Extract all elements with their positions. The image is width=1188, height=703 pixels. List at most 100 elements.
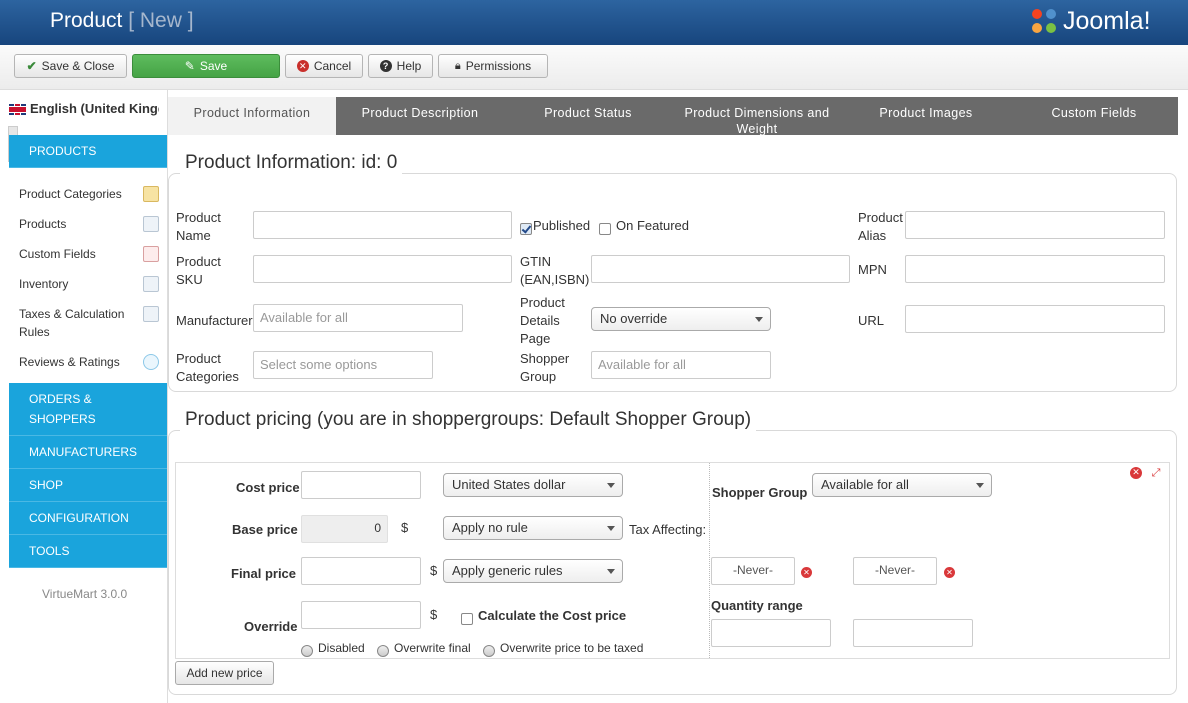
price-shopper-group-label: Shopper Group: [712, 485, 808, 500]
sidebar-item-taxes[interactable]: Taxes & Calculation Rules: [19, 305, 159, 341]
quantity-end-input[interactable]: [853, 619, 973, 647]
details-page-select[interactable]: No override: [591, 307, 771, 331]
help-button[interactable]: ? Help: [368, 54, 433, 78]
base-price-value: 0: [374, 521, 381, 535]
calculator-icon: [143, 306, 159, 322]
tab-product-status[interactable]: Product Status: [504, 97, 672, 135]
override-disabled-label: Disabled: [318, 641, 365, 655]
save-close-button[interactable]: ✔ Save & Close: [14, 54, 127, 78]
sidebar-item-products[interactable]: Products: [19, 215, 161, 233]
save-label: Save: [199, 59, 228, 73]
overwrite-taxed-radio[interactable]: [483, 645, 495, 657]
discount-rule-value: Apply generic rules: [452, 563, 563, 578]
sidebar-item-custom-fields[interactable]: Custom Fields: [19, 245, 161, 263]
cost-price-input[interactable]: [301, 471, 421, 499]
permissions-button[interactable]: 🔒︎ Permissions: [438, 54, 548, 78]
tab-label: Product Images: [879, 106, 973, 120]
menu-manufacturers[interactable]: MANUFACTURERS: [9, 436, 167, 469]
product-categories-select[interactable]: Select some options: [253, 351, 433, 379]
menu-products-label: PRODUCTS: [29, 144, 97, 158]
shopper-group-label: Shopper Group: [520, 351, 570, 384]
menu-shop[interactable]: SHOP: [9, 469, 167, 502]
published-checkbox[interactable]: [520, 223, 532, 235]
calc-cost-label: Calculate the Cost price: [478, 608, 627, 623]
final-price-currency: $: [430, 563, 438, 578]
help-icon: ?: [379, 60, 392, 72]
expand-price-icon[interactable]: ⤢: [1149, 466, 1163, 480]
tab-custom-fields[interactable]: Custom Fields: [1010, 97, 1178, 135]
product-sku-input[interactable]: [253, 255, 512, 283]
manufacturer-select[interactable]: Available for all: [253, 304, 463, 332]
quantity-start-input[interactable]: [711, 619, 831, 647]
shopper-group-select[interactable]: Available for all: [591, 351, 771, 379]
camera-icon: [143, 216, 159, 232]
manufacturer-label: Manufacturer: [176, 313, 253, 328]
base-price-label: Base price: [232, 522, 298, 537]
override-input[interactable]: [301, 601, 421, 629]
tab-label: Product Information: [193, 106, 311, 120]
check-icon: ✔: [26, 59, 37, 73]
menu-tools[interactable]: TOOLS: [9, 535, 167, 568]
language-selector[interactable]: English (United Kingdom): [9, 100, 159, 118]
url-input[interactable]: [905, 305, 1165, 333]
chart-icon: [143, 276, 159, 292]
final-price-input[interactable]: [301, 557, 421, 585]
currency-select[interactable]: United States dollar: [443, 473, 623, 497]
product-tabs: Product Information Product Description …: [168, 97, 1178, 135]
product-name-input[interactable]: [253, 211, 512, 239]
menu-products[interactable]: PRODUCTS: [9, 135, 167, 168]
version-label: VirtueMart 3.0.0: [42, 587, 128, 601]
price-start-value: -Never-: [732, 563, 773, 577]
price-end-value: -Never-: [874, 563, 915, 577]
menu-orders-shoppers[interactable]: ORDERS & SHOPPERS: [9, 383, 167, 436]
price-end-date[interactable]: -Never-: [853, 557, 937, 585]
tab-product-description[interactable]: Product Description: [336, 97, 504, 135]
product-alias-input[interactable]: [905, 211, 1165, 239]
clear-start-date-icon[interactable]: ✕: [801, 567, 812, 578]
calc-cost-checkbox[interactable]: [461, 613, 473, 625]
override-disabled-radio[interactable]: [301, 645, 313, 657]
price-shopper-group-select[interactable]: Available for all: [812, 473, 992, 497]
add-new-price-button[interactable]: Add new price: [175, 661, 274, 685]
base-price-currency: $: [401, 520, 409, 535]
toolbar: ✔ Save & Close ✎ Save ✕ Cancel ? Help 🔒︎…: [0, 45, 1188, 90]
top-header: Product [ New ] Joomla!: [0, 0, 1188, 45]
tab-product-information[interactable]: Product Information: [168, 97, 336, 135]
menu-shop-label: SHOP: [29, 478, 64, 492]
published-label: Published: [533, 218, 591, 233]
discount-rule-select[interactable]: Apply generic rules: [443, 559, 623, 583]
gtin-label: GTIN (EAN,ISBN): [520, 254, 590, 287]
permissions-label: Permissions: [465, 59, 532, 73]
mpn-input[interactable]: [905, 255, 1165, 283]
folder-icon: [143, 186, 159, 202]
cancel-button[interactable]: ✕ Cancel: [285, 54, 363, 78]
sidebar-item-inventory[interactable]: Inventory: [19, 275, 161, 293]
menu-configuration[interactable]: CONFIGURATION: [9, 502, 167, 535]
price-start-date[interactable]: -Never-: [711, 557, 795, 585]
clear-end-date-icon[interactable]: ✕: [944, 567, 955, 578]
sidebar-item-label: Taxes & Calculation Rules: [19, 307, 125, 339]
override-currency: $: [430, 607, 438, 622]
joomla-logo-icon: [1032, 9, 1056, 33]
add-new-price-label: Add new price: [186, 666, 263, 680]
details-page-label: Product Details Page: [520, 295, 565, 346]
lock-icon: 🔒︎: [454, 59, 461, 72]
sidebar-item-label: Products: [19, 217, 67, 231]
tab-product-dimensions[interactable]: Product Dimensions and Weight: [672, 97, 842, 135]
tab-product-images[interactable]: Product Images: [842, 97, 1010, 135]
sidebar-item-product-categories[interactable]: Product Categories: [19, 185, 161, 203]
featured-checkbox[interactable]: [599, 223, 611, 235]
manufacturer-placeholder: Available for all: [260, 310, 348, 325]
save-button[interactable]: ✎ Save: [132, 54, 280, 78]
language-label: English (United Kingdom): [30, 101, 159, 116]
joomla-logo: Joomla!: [1030, 5, 1151, 37]
url-label: URL: [858, 313, 885, 328]
sidebar-item-label: Reviews & Ratings: [19, 355, 120, 369]
override-label: Override: [244, 619, 298, 634]
overwrite-final-radio[interactable]: [377, 645, 389, 657]
tax-rule-select[interactable]: Apply no rule: [443, 516, 623, 540]
joomla-logo-text: Joomla!: [1063, 6, 1151, 35]
sidebar-item-reviews[interactable]: Reviews & Ratings: [19, 353, 161, 371]
remove-price-icon[interactable]: ✕: [1130, 467, 1142, 479]
gtin-input[interactable]: [591, 255, 850, 283]
